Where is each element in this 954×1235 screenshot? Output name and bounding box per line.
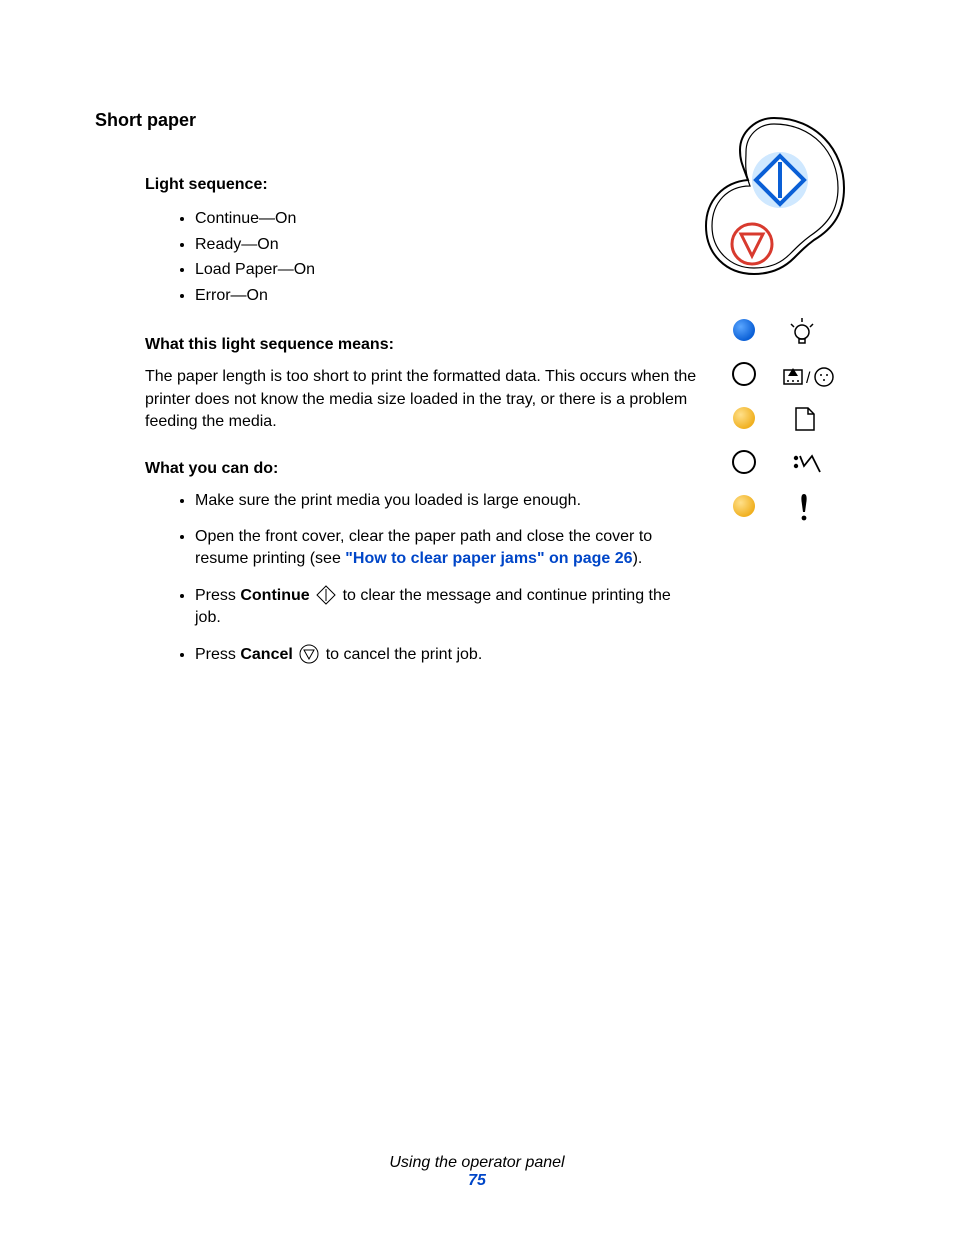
list-item: Press Continue to clear the message and … bbox=[195, 585, 715, 630]
action-text: to cancel the print job. bbox=[326, 646, 483, 663]
operator-panel-diagram: / bbox=[694, 110, 854, 535]
continue-label: Continue bbox=[240, 587, 309, 604]
content-column: Light sequence: Continue—On Ready—On Loa… bbox=[95, 176, 715, 666]
list-item: Make sure the print media you loaded is … bbox=[195, 490, 715, 512]
list-item: Load Paper—On bbox=[195, 257, 715, 283]
continue-diamond-icon bbox=[316, 585, 336, 605]
list-item: Ready—On bbox=[195, 232, 715, 258]
jam-light-icon bbox=[733, 451, 755, 473]
cancel-circle-icon bbox=[299, 644, 319, 664]
action-text: ). bbox=[633, 550, 643, 567]
list-item: Open the front cover, clear the paper pa… bbox=[195, 526, 715, 571]
toner-tray-icon: / bbox=[784, 368, 833, 387]
light-sequence-heading: Light sequence: bbox=[145, 176, 715, 194]
actions-list: Make sure the print media you loaded is … bbox=[145, 490, 715, 666]
page-icon bbox=[796, 408, 814, 430]
cancel-label: Cancel bbox=[240, 646, 292, 663]
action-text: Press bbox=[195, 587, 240, 604]
exclamation-icon bbox=[801, 494, 806, 520]
list-item: Continue—On bbox=[195, 206, 715, 232]
meaning-heading: What this light sequence means: bbox=[145, 336, 715, 354]
ready-light-icon bbox=[733, 319, 755, 341]
footer-section: Using the operator panel bbox=[0, 1154, 954, 1172]
paper-jams-link[interactable]: "How to clear paper jams" on page 26 bbox=[345, 550, 632, 567]
jam-icon bbox=[794, 456, 820, 472]
page-footer: Using the operator panel 75 bbox=[0, 1154, 954, 1190]
list-item: Error—On bbox=[195, 283, 715, 309]
light-sequence-list: Continue—On Ready—On Load Paper—On Error… bbox=[145, 206, 715, 308]
lightbulb-icon bbox=[791, 318, 813, 343]
error-light-icon bbox=[733, 495, 755, 517]
load-paper-light-icon bbox=[733, 407, 755, 429]
actions-heading: What you can do: bbox=[145, 460, 715, 478]
continue-button-icon bbox=[752, 152, 808, 208]
list-item: Press Cancel to cancel the print job. bbox=[195, 644, 715, 666]
toner-light-icon bbox=[733, 363, 755, 385]
meaning-text: The paper length is too short to print t… bbox=[145, 366, 715, 433]
cancel-button-icon bbox=[732, 224, 772, 264]
action-text: Press bbox=[195, 646, 240, 663]
footer-page-number: 75 bbox=[0, 1172, 954, 1190]
svg-text:/: / bbox=[806, 370, 811, 387]
